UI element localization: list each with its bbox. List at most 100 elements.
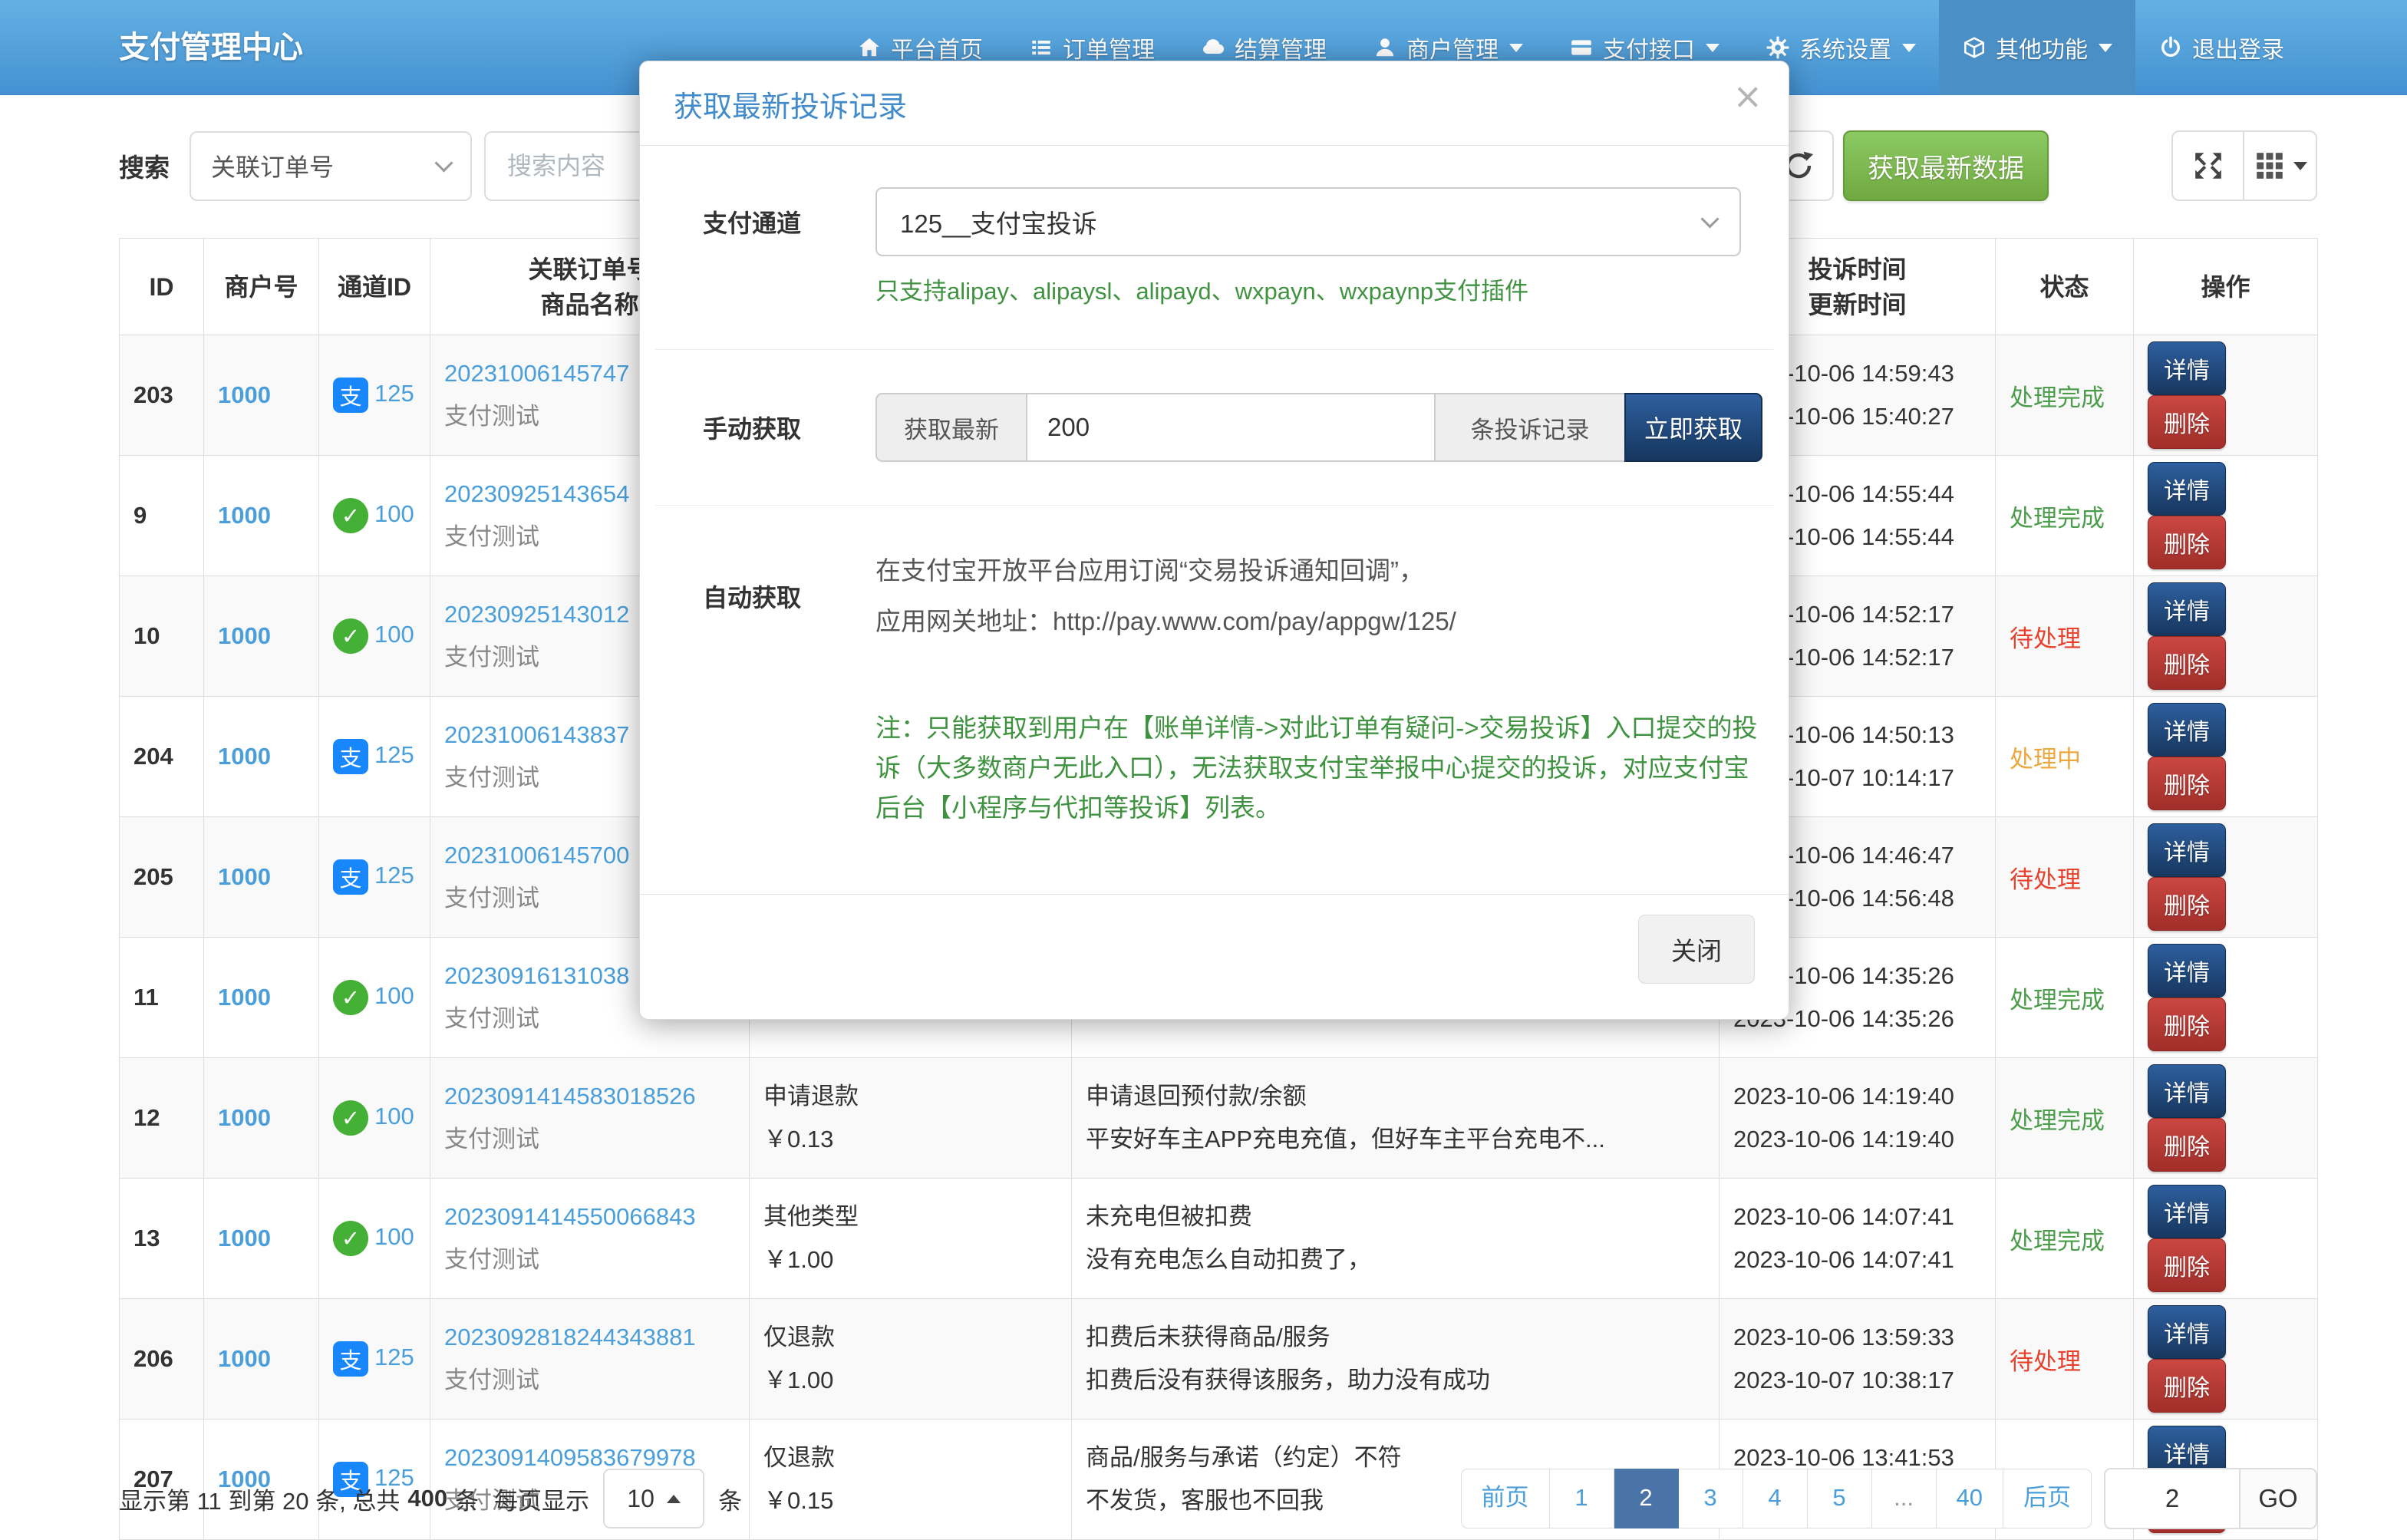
order-link[interactable]: 20230925143654 [444,480,629,507]
page-button-后页[interactable]: 后页 [2003,1469,2092,1528]
nav-item-cube[interactable]: 其他功能 [1939,0,2135,95]
channel-select[interactable]: 125__支付宝投诉 [875,187,1741,256]
modal-close-button[interactable]: 关闭 [1638,915,1755,984]
page-button-5[interactable]: 5 [1808,1469,1872,1528]
channel-link[interactable]: 100 [374,1223,414,1250]
delete-button[interactable]: 删除 [2148,998,2226,1051]
delete-button[interactable]: 删除 [2148,1118,2226,1172]
page-button-40[interactable]: 40 [1937,1469,2003,1528]
complaint-id: 206 [120,1299,204,1420]
detail-button[interactable]: 详情 [2148,944,2226,998]
detail-button[interactable]: 详情 [2148,341,2226,395]
channel-link[interactable]: 100 [374,982,414,1009]
order-link[interactable]: 2023091414583018526 [444,1083,696,1110]
status-badge: 处理完成 [2010,1228,2105,1255]
delete-button[interactable]: 删除 [2148,636,2226,690]
column-header: 操作 [2134,239,2318,335]
order-link[interactable]: 20231006143837 [444,721,629,748]
summary-unit: 条 [455,1482,479,1516]
modal-note: 注：只能获取到用户在【账单详情->对此订单有疑问->交易投诉】入口提交的投诉（大… [875,708,1769,828]
channel-label: 支付通道 [703,204,875,239]
order-link[interactable]: 20230916131038 [444,962,629,989]
merchant-link[interactable]: 1000 [218,1345,271,1372]
order-link[interactable]: 20230925143012 [444,601,629,628]
auto-fetch-line2: 应用网关地址：http://pay.www.com/pay/appgw/125/ [875,596,1456,647]
detail-button[interactable]: 详情 [2148,462,2226,516]
channel-help-text: 只支持alipay、alipaysl、alipayd、wxpayn、wxpayn… [875,272,1741,306]
channel-select-value: 125__支付宝投诉 [900,203,1097,240]
delete-button[interactable]: 删除 [2148,516,2226,569]
table-row: 206 1000 支125 2023092818244343881 支付测试 仅… [120,1299,2318,1420]
page-button-3[interactable]: 3 [1679,1469,1743,1528]
fullscreen-button[interactable] [2171,130,2244,201]
page-button-2[interactable]: 2 [1614,1469,1679,1528]
status-badge: 待处理 [2010,625,2081,652]
detail-button[interactable]: 详情 [2148,823,2226,877]
complaint-id: 9 [120,456,204,576]
delete-button[interactable]: 删除 [2148,877,2226,931]
merchant-link[interactable]: 1000 [218,1104,271,1131]
merchant-link[interactable]: 1000 [218,863,271,890]
channel-link[interactable]: 125 [374,1344,414,1370]
delete-button[interactable]: 删除 [2148,757,2226,810]
detail-button[interactable]: 详情 [2148,703,2226,757]
status-badge: 处理完成 [2010,987,2105,1014]
merchant-link[interactable]: 1000 [218,984,271,1011]
page-jump-go-button[interactable]: GO [2240,1468,2317,1529]
nav-item-power[interactable]: 退出登录 [2135,0,2307,95]
detail-button[interactable]: 详情 [2148,1185,2226,1238]
divider [655,349,1773,350]
fullscreen-icon [2192,150,2224,182]
complaint-amount: ￥1.00 [763,1359,1057,1402]
channel-link[interactable]: 100 [374,1103,414,1129]
fetch-latest-data-button[interactable]: 获取最新数据 [1843,130,2049,201]
order-link[interactable]: 2023092818244343881 [444,1324,696,1350]
status-badge: 处理完成 [2010,384,2105,411]
modal-body: 支付通道 125__支付宝投诉 只支持alipay、alipaysl、alipa… [640,146,1789,828]
delete-button[interactable]: 删除 [2148,1359,2226,1413]
columns-button[interactable] [2243,130,2317,201]
merchant-link[interactable]: 1000 [218,622,271,649]
complaint-time: 2023-10-06 14:07:41 [1733,1195,1981,1238]
order-link[interactable]: 2023091414550066843 [444,1203,696,1230]
order-link[interactable]: 20231006145747 [444,360,629,387]
caret-down-icon [1509,44,1523,52]
detail-button[interactable]: 详情 [2148,1064,2226,1118]
page-button-前页[interactable]: 前页 [1461,1469,1550,1528]
merchant-link[interactable]: 1000 [218,381,271,408]
channel-link[interactable]: 100 [374,621,414,648]
channel-link[interactable]: 125 [374,741,414,768]
page-jump-input[interactable] [2104,1468,2240,1529]
page-size-value: 10 [627,1485,655,1513]
page-button-4[interactable]: 4 [1743,1469,1808,1528]
delete-button[interactable]: 删除 [2148,1238,2226,1292]
auto-fetch-label: 自动获取 [703,579,875,614]
home-icon [857,35,882,60]
caret-down-icon [2099,44,2112,52]
search-field-select[interactable]: 关联订单号 [190,131,472,201]
caret-up-icon [667,1495,681,1503]
detail-button[interactable]: 详情 [2148,582,2226,636]
fetch-count-input[interactable] [1026,393,1436,462]
channel-link[interactable]: 125 [374,862,414,889]
table-row: 13 1000 ✓100 2023091414550066843 支付测试 其他… [120,1179,2318,1299]
app-title: 支付管理中心 [119,0,303,94]
complaint-title: 未充电但被扣费 [1086,1195,1705,1238]
cloud-icon [1201,35,1225,60]
merchant-link[interactable]: 1000 [218,1225,271,1251]
wechat-icon: ✓ [333,980,368,1015]
delete-button[interactable]: 删除 [2148,395,2226,449]
merchant-link[interactable]: 1000 [218,502,271,529]
detail-button[interactable]: 详情 [2148,1305,2226,1359]
channel-link[interactable]: 125 [374,380,414,407]
pagination-summary: 显示第 11 到第 20 条, 总共 400 条 每页显示 10 条 [119,1469,742,1528]
order-link[interactable]: 20231006145700 [444,842,629,869]
close-icon[interactable]: × [1733,75,1762,117]
page-size-select[interactable]: 10 [603,1469,704,1528]
complaint-amount: ￥0.13 [763,1118,1057,1161]
wechat-icon: ✓ [333,618,368,654]
merchant-link[interactable]: 1000 [218,743,271,770]
page-button-1[interactable]: 1 [1550,1469,1614,1528]
fetch-now-button[interactable]: 立即获取 [1624,393,1762,462]
channel-link[interactable]: 100 [374,500,414,527]
